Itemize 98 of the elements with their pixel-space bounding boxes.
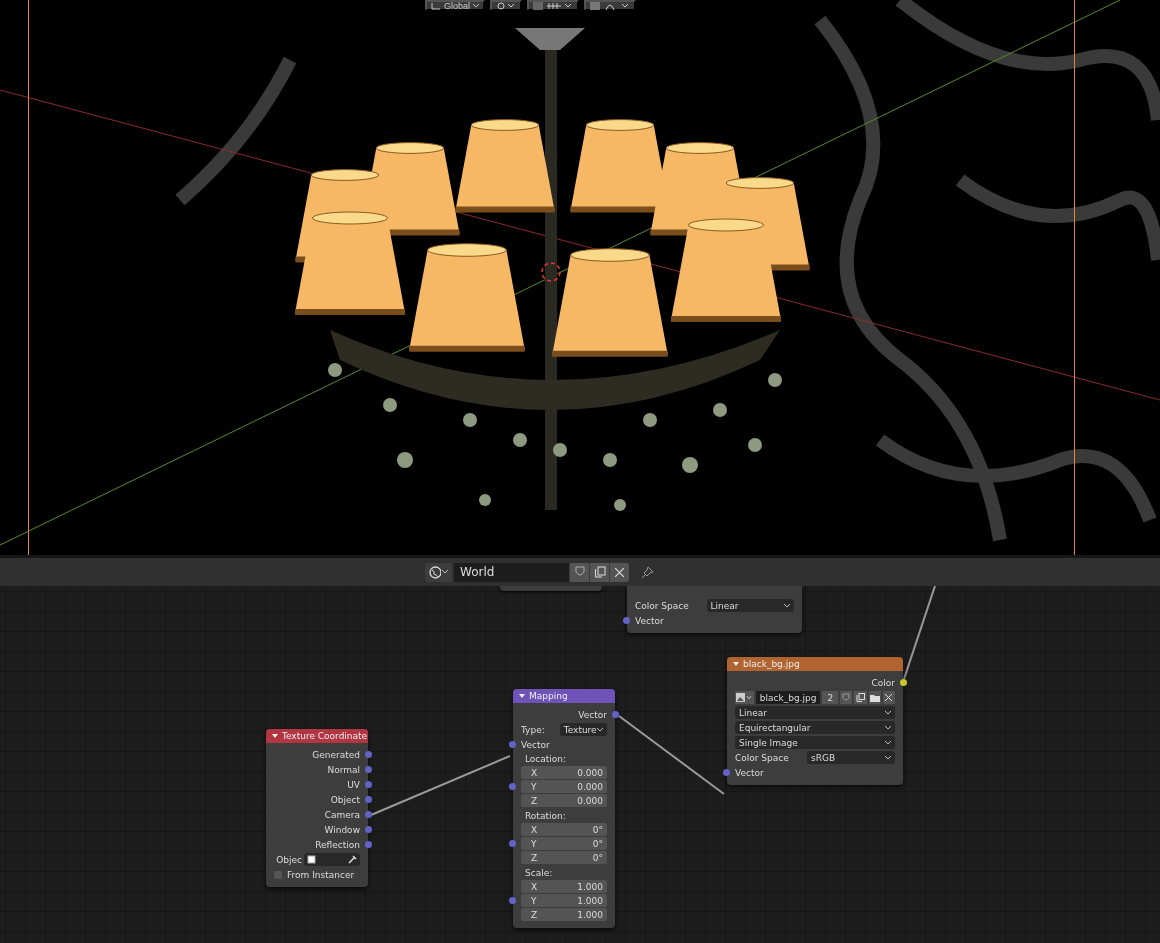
pivot-icon: [496, 1, 516, 10]
socket-dot[interactable]: [509, 839, 516, 847]
socket-label: Normal: [327, 764, 360, 775]
number-field[interactable]: X 0°: [521, 823, 607, 836]
group-label: Scale:: [525, 868, 553, 878]
checkbox-label: From Instancer: [287, 869, 355, 880]
number-field[interactable]: Z 1.000: [521, 908, 607, 921]
socket-dot[interactable]: [900, 679, 907, 686]
snap-icon: [533, 1, 573, 10]
chevron-icon: [784, 603, 790, 608]
socket-dot[interactable]: [612, 711, 619, 718]
socket-label: UV: [347, 779, 360, 790]
dropdown[interactable]: sRGB: [807, 751, 895, 764]
dropdown[interactable]: Equirectangular: [735, 721, 895, 734]
dropdown[interactable]: Linear: [706, 599, 794, 612]
socket-label: Vector: [578, 709, 607, 720]
falloff-icon: [590, 1, 630, 10]
unlink-button[interactable]: [609, 562, 629, 582]
3d-cursor-icon: [541, 262, 561, 282]
node-header[interactable]: Texture Coordinate: [266, 729, 368, 743]
socket-dot[interactable]: [365, 811, 372, 818]
socket-dot[interactable]: [365, 781, 372, 788]
property-label: Type:: [521, 724, 545, 735]
image-name-field[interactable]: black_bg.jpg: [755, 691, 821, 704]
node-header[interactable]: black_bg.jpg: [727, 657, 903, 671]
collapse-triangle-icon: [519, 694, 525, 698]
number-field[interactable]: Z 0.000: [521, 794, 607, 807]
pivot-dropdown[interactable]: [490, 0, 522, 11]
world-name-field[interactable]: World: [454, 562, 569, 582]
chevron-icon: [442, 570, 448, 574]
socket-label: Vector: [521, 739, 550, 750]
checkbox[interactable]: [274, 870, 282, 879]
chevron-icon: [473, 3, 479, 8]
socket-label: Vector: [635, 615, 664, 626]
number-field[interactable]: X 0.000: [521, 766, 607, 779]
chevron-icon: [885, 710, 891, 715]
socket-dot[interactable]: [509, 896, 516, 904]
socket-dot[interactable]: [365, 826, 372, 833]
copy-icon: [855, 693, 865, 702]
close-icon: [885, 694, 893, 701]
number-field[interactable]: X 1.000: [521, 880, 607, 893]
socket-label: Camera: [324, 809, 360, 820]
pin-icon: [640, 565, 654, 579]
property-label: Color Space: [735, 752, 789, 763]
duplicate-button[interactable]: [589, 562, 609, 582]
number-field[interactable]: Y 0°: [521, 837, 607, 850]
dropdown[interactable]: Linear: [735, 706, 895, 719]
proportional-edit-dropdown[interactable]: [584, 0, 636, 11]
socket-label: Generated: [312, 749, 360, 760]
chevron-icon: [885, 755, 891, 760]
image-browse-button[interactable]: [735, 691, 754, 704]
socket-dot[interactable]: [365, 751, 372, 758]
socket-dot[interactable]: [723, 769, 730, 776]
orientation-dropdown[interactable]: Global: [425, 0, 485, 11]
property-label: Color Space: [635, 600, 689, 611]
fake-user-button[interactable]: [569, 562, 589, 582]
socket-dot[interactable]: [509, 741, 516, 748]
chevron-icon: [597, 727, 603, 732]
dropdown[interactable]: Single Image: [735, 736, 895, 749]
socket-dot[interactable]: [365, 796, 372, 803]
open-button[interactable]: [868, 691, 881, 704]
socket-dot[interactable]: [623, 617, 630, 624]
chevron-icon: [885, 740, 891, 745]
socket-dot[interactable]: [509, 782, 516, 790]
copy-icon: [593, 566, 606, 578]
folder-icon: [869, 693, 880, 702]
chevron-icon: [885, 725, 891, 730]
socket-label: Reflection: [315, 839, 360, 850]
dropdown[interactable]: Texture: [559, 723, 607, 736]
shield-icon: [574, 566, 585, 578]
socket-label: Window: [324, 824, 360, 835]
eyedropper-icon: [348, 855, 357, 864]
snap-dropdown[interactable]: [527, 0, 579, 11]
collapse-triangle-icon: [272, 734, 278, 738]
number-field[interactable]: Y 0.000: [521, 780, 607, 793]
socket-dot[interactable]: [365, 766, 372, 773]
node-header[interactable]: Mapping: [513, 689, 615, 703]
shield-icon: [842, 693, 851, 702]
user-count[interactable]: 2: [822, 691, 839, 704]
world-browse-button[interactable]: [425, 562, 452, 582]
duplicate-button[interactable]: [854, 691, 867, 704]
group-label: Rotation:: [525, 811, 566, 821]
axes-icon: [431, 1, 441, 10]
socket-label: Vector: [735, 767, 764, 778]
cube-icon: [307, 855, 316, 864]
collapse-triangle-icon: [733, 662, 739, 666]
globe-icon: [429, 565, 442, 579]
close-icon: [615, 567, 624, 577]
socket-label: Color: [871, 677, 895, 688]
object-field[interactable]: [304, 853, 360, 866]
number-field[interactable]: Z 0°: [521, 851, 607, 864]
property-label: Objec: [276, 854, 302, 865]
fake-user-button[interactable]: [840, 691, 853, 704]
socket-dot[interactable]: [365, 841, 372, 848]
unlink-button[interactable]: [882, 691, 895, 704]
socket-label: Object: [330, 794, 360, 805]
number-field[interactable]: Y 1.000: [521, 894, 607, 907]
group-label: Location:: [525, 754, 567, 764]
